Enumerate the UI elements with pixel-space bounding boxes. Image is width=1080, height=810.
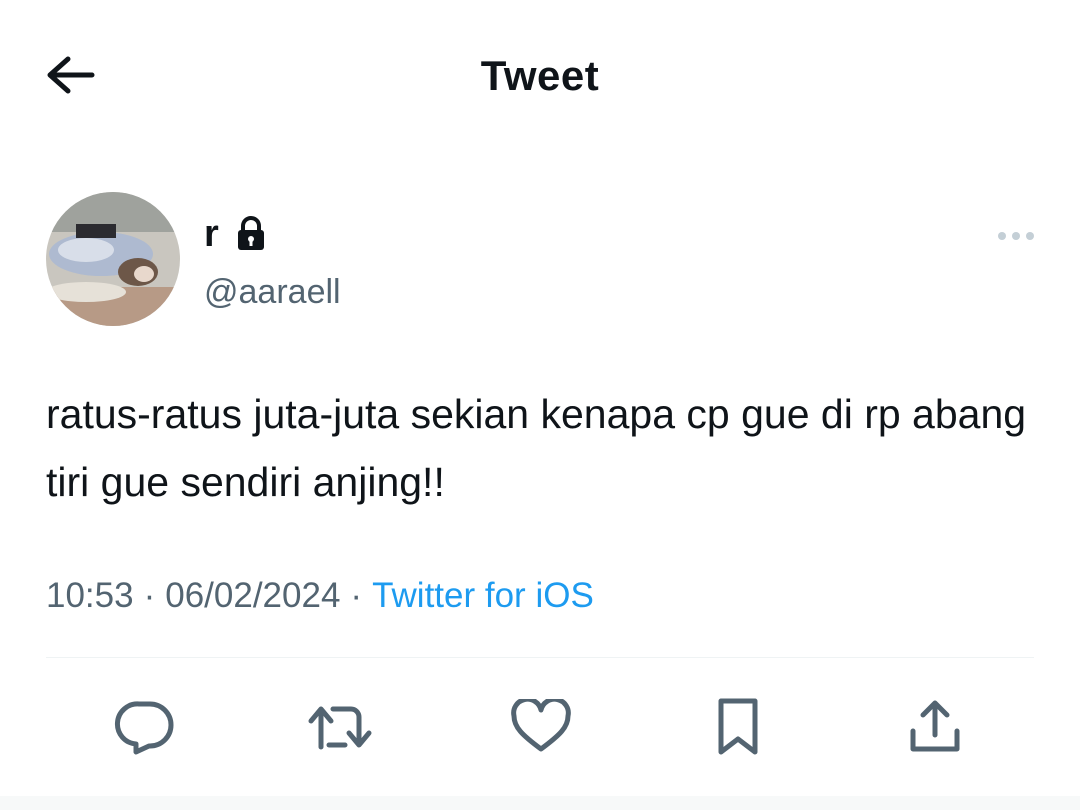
bookmark-icon bbox=[718, 698, 758, 755]
separator: · bbox=[350, 576, 363, 615]
share-button[interactable] bbox=[900, 696, 970, 758]
reply-button[interactable] bbox=[110, 696, 180, 758]
separator: · bbox=[143, 576, 156, 615]
author-name[interactable]: r bbox=[204, 210, 267, 258]
display-name: r bbox=[204, 213, 219, 255]
like-button[interactable] bbox=[506, 696, 576, 758]
divider bbox=[46, 657, 1034, 658]
tweet-meta: 10:53 · 06/02/2024 · Twitter for iOS bbox=[46, 570, 594, 622]
page-title: Tweet bbox=[480, 52, 600, 99]
retweet-icon bbox=[308, 706, 372, 750]
like-icon bbox=[511, 699, 571, 752]
tweet-source-link[interactable]: Twitter for iOS bbox=[372, 576, 594, 615]
tweet-time: 10:53 bbox=[46, 576, 134, 615]
more-options-button[interactable] bbox=[994, 222, 1038, 250]
reply-icon bbox=[114, 701, 174, 755]
tweet-text: ratus-ratus juta-juta sekian kenapa cp g… bbox=[46, 391, 1027, 505]
bookmark-button[interactable] bbox=[703, 696, 773, 758]
author-handle[interactable]: @aaraell bbox=[204, 268, 341, 316]
tweet-date: 06/02/2024 bbox=[165, 576, 341, 615]
share-icon bbox=[910, 700, 960, 752]
avatar[interactable] bbox=[46, 192, 180, 326]
retweet-button[interactable] bbox=[307, 696, 377, 758]
lock-icon bbox=[235, 216, 267, 252]
profile-photo bbox=[46, 192, 180, 326]
bottom-separator bbox=[0, 796, 1080, 810]
more-horizontal-icon bbox=[998, 232, 1034, 240]
